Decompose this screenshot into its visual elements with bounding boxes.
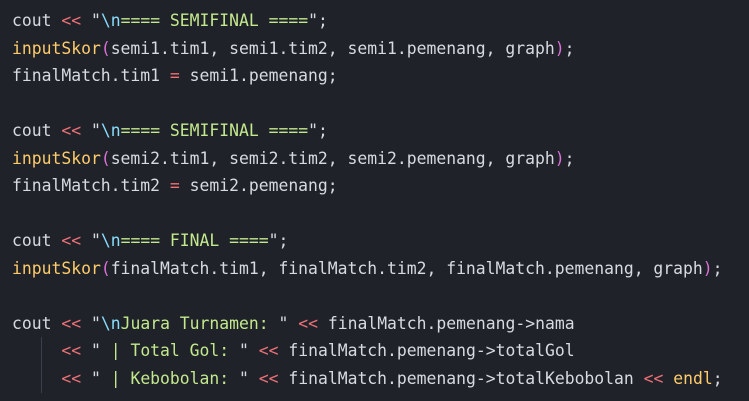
code-token-string: ==== FINAL ==== [120, 231, 269, 250]
code-token-operator: << [61, 231, 82, 250]
code-editor[interactable]: cout << "\n==== SEMIFINAL ===="; inputSko… [0, 0, 749, 401]
code-token-operator: << [258, 368, 279, 388]
code-token-identifier: ; [564, 38, 575, 58]
code-token-operator: << [61, 11, 82, 30]
code-line[interactable]: finalMatch.tim2 = semi2.pemenang; [12, 172, 723, 200]
code-line[interactable] [12, 282, 723, 310]
code-line[interactable]: cout << "\n==== FINAL ===="; [12, 227, 723, 255]
code-token-identifier: " [81, 231, 101, 250]
code-token-identifier: -> [475, 368, 496, 388]
code-token-identifier: ; [712, 258, 723, 278]
code-token-string: Juara Turnamen: [120, 313, 279, 333]
code-token-paren_inner: ) [702, 258, 713, 278]
code-token-identifier: finalMatch.tim2 [12, 176, 170, 195]
code-line[interactable]: << " | Total Gol: " << finalMatch.pemena… [12, 337, 723, 365]
code-token-identifier: -> [515, 313, 536, 333]
code-token-identifier: finalMatch.pemenang [278, 341, 476, 360]
code-token-operator: = [169, 66, 180, 85]
code-token-paren_inner: ( [100, 258, 111, 278]
code-line[interactable]: inputSkor(semi2.tim1, semi2.tim2, semi2.… [12, 145, 723, 173]
code-token-string: | Total Gol: [100, 341, 239, 360]
code-token-string: ==== SEMIFINAL ==== [120, 11, 309, 30]
code-line[interactable]: cout << "\nJuara Turnamen: " << finalMat… [12, 310, 723, 338]
code-token-escape: \n [100, 11, 121, 30]
code-token-operator: = [169, 176, 180, 195]
code-token-identifier: ; [712, 368, 723, 388]
code-line[interactable]: inputSkor(finalMatch.tim1, finalMatch.ti… [12, 255, 723, 283]
code-token-identifier: totalGol [495, 341, 575, 360]
code-token-paren_inner: ) [554, 148, 565, 168]
code-token-paren_inner: ) [554, 38, 565, 58]
code-line[interactable] [12, 90, 723, 118]
code-token-escape: \n [100, 231, 121, 250]
code-line[interactable]: cout << "\n==== SEMIFINAL ===="; [12, 7, 723, 35]
code-token-escape: \n [100, 313, 121, 333]
code-token-operator: << [643, 368, 664, 388]
code-token-identifier: "; [308, 121, 328, 140]
code-token-function: inputSkor [12, 258, 101, 278]
code-token-function: inputSkor [12, 148, 101, 168]
code-token-identifier: finalMatch.tim1 [12, 66, 170, 85]
code-token-identifier: " [239, 341, 259, 360]
code-token-identifier: cout [12, 313, 62, 333]
code-token-paren_inner: ( [100, 148, 111, 168]
code-token-identifier: " [81, 121, 101, 140]
code-token-operator: << [61, 341, 82, 360]
code-block[interactable]: cout << "\n==== SEMIFINAL ===="; inputSko… [12, 7, 723, 392]
code-token-operator: << [258, 341, 279, 360]
code-token-operator: << [298, 313, 318, 333]
code-token-identifier: -> [475, 341, 496, 360]
code-token-escape: \n [100, 121, 121, 140]
code-token-identifier: semi1.tim1, semi1.tim2, semi1.pemenang, … [110, 38, 555, 58]
code-token-string: ==== SEMIFINAL ==== [120, 121, 309, 140]
code-token-identifier: finalMatch.pemenang [317, 313, 516, 333]
code-token-identifier: "; [308, 11, 328, 30]
code-token-identifier: cout [12, 121, 62, 140]
code-token-function: endl [673, 368, 713, 388]
code-token-identifier [663, 369, 673, 388]
code-token-operator: << [61, 121, 82, 140]
code-token-identifier: " [278, 313, 299, 333]
code-token-identifier: " [239, 368, 259, 388]
code-line[interactable]: cout << "\n==== SEMIFINAL ===="; [12, 117, 723, 145]
code-token-identifier: " [81, 341, 101, 360]
code-token-identifier: semi1.pemenang; [179, 66, 338, 85]
code-token-paren_inner: ( [100, 38, 111, 58]
code-token-identifier: cout [12, 11, 62, 30]
code-line[interactable]: inputSkor(semi1.tim1, semi1.tim2, semi1.… [12, 35, 723, 63]
code-token-identifier: ; [564, 148, 575, 168]
code-token-identifier: "; [268, 231, 289, 250]
code-token-identifier: finalMatch.pemenang [278, 368, 476, 388]
code-token-operator: << [61, 313, 82, 333]
code-token-function: inputSkor [12, 38, 101, 58]
code-token-identifier: finalMatch.tim1, finalMatch.tim2, finalM… [110, 258, 703, 278]
code-line[interactable]: << " | Kebobolan: " << finalMatch.pemena… [12, 365, 723, 393]
code-token-identifier [12, 369, 61, 388]
code-token-identifier: semi2.tim1, semi2.tim2, semi2.pemenang, … [110, 148, 555, 168]
code-token-identifier: " [81, 313, 101, 333]
code-token-identifier: " [81, 368, 101, 388]
code-token-identifier: " [81, 11, 101, 30]
code-line[interactable] [12, 200, 723, 228]
code-token-identifier: semi2.pemenang; [179, 176, 338, 195]
code-token-identifier: cout [12, 231, 62, 250]
code-token-identifier: nama [535, 313, 575, 333]
code-token-identifier [12, 341, 61, 360]
code-line[interactable]: finalMatch.tim1 = semi1.pemenang; [12, 62, 723, 90]
code-token-identifier: totalKebobolan [495, 368, 644, 388]
code-token-operator: << [61, 368, 82, 388]
code-token-string: | Kebobolan: [100, 368, 239, 388]
